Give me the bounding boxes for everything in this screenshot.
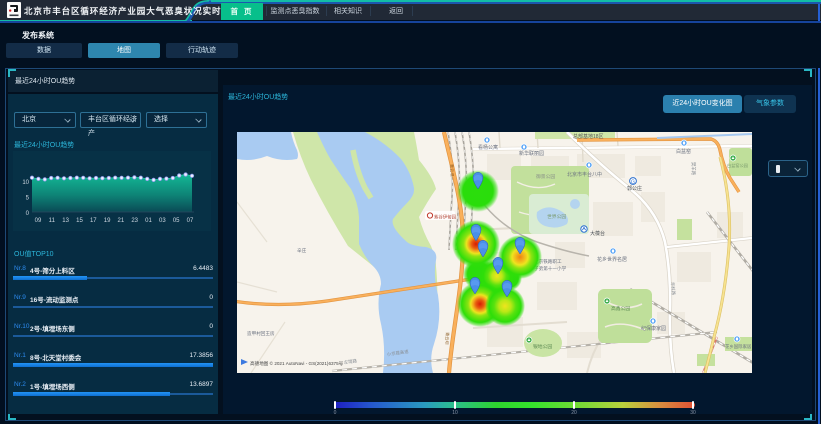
svg-text:03: 03 [159, 218, 166, 224]
svg-text:大葆台: 大葆台 [590, 230, 605, 237]
svg-text:看杨公寓: 看杨公寓 [478, 144, 498, 151]
svg-text:郭公庄: 郭公庄 [627, 185, 642, 192]
svg-text:花乡世界名居: 花乡世界名居 [597, 256, 627, 263]
svg-text:总部基地18区: 总部基地18区 [573, 133, 604, 140]
svg-text:5: 5 [26, 196, 30, 202]
svg-text:北京市丰台八中: 北京市丰台八中 [567, 171, 602, 178]
svg-text:世界公园: 世界公园 [547, 213, 566, 220]
svg-text:御景公园: 御景公园 [536, 173, 555, 180]
svg-text:花乡国际家居: 花乡国际家居 [725, 343, 752, 350]
svg-text:辛庄: 辛庄 [297, 247, 307, 254]
svg-text:21: 21 [118, 218, 125, 224]
svg-text:银地公园: 银地公园 [533, 343, 552, 350]
svg-text:19: 19 [104, 218, 111, 224]
svg-text:造甲村回王房: 造甲村回王房 [247, 330, 275, 337]
svg-text:高德地图 © 2021 AutoNavi - GS(2021: 高德地图 © 2021 AutoNavi - GS(2021)6375号 [250, 360, 344, 367]
svg-text:白盆窑: 白盆窑 [676, 148, 691, 155]
svg-text:紫谷伊甸园: 紫谷伊甸园 [434, 214, 457, 221]
svg-text:05: 05 [173, 218, 180, 224]
svg-text:高鑫公园: 高鑫公园 [611, 305, 630, 312]
svg-text:0: 0 [26, 211, 30, 217]
svg-text:11: 11 [49, 218, 56, 224]
svg-text:15: 15 [76, 218, 83, 224]
svg-text:纪保康家园: 纪保康家园 [641, 325, 666, 332]
svg-text:白盆窑公园: 白盆窑公园 [727, 162, 748, 169]
svg-text:01: 01 [145, 218, 152, 224]
svg-text:13: 13 [62, 218, 69, 224]
svg-text:09: 09 [35, 218, 42, 224]
svg-text:G: G [631, 180, 635, 186]
svg-text:23: 23 [131, 218, 138, 224]
svg-text:新华联丽园: 新华联丽园 [519, 150, 544, 157]
svg-text:17: 17 [90, 218, 97, 224]
svg-text:07: 07 [187, 218, 194, 224]
svg-text:樊羊路: 樊羊路 [690, 162, 697, 176]
svg-text:10: 10 [22, 180, 29, 186]
